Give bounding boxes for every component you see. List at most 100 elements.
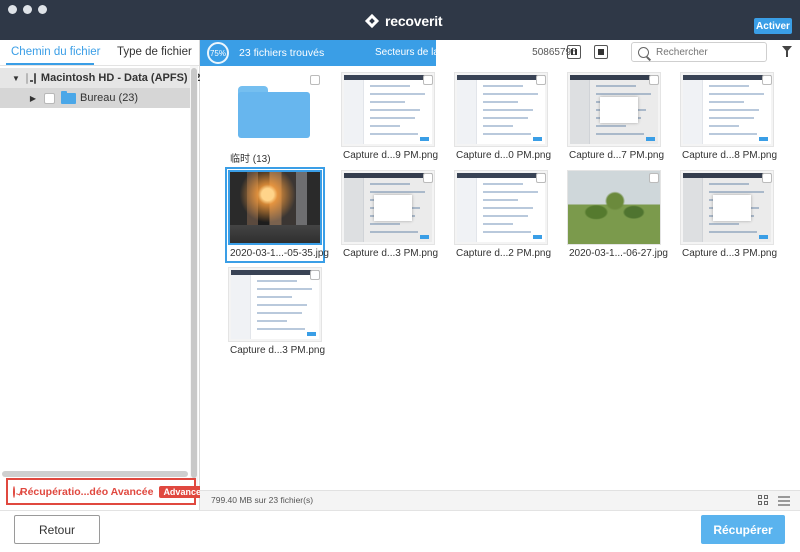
search-icon <box>638 46 649 58</box>
file-checkbox[interactable] <box>649 75 659 85</box>
file-name: Capture d...3 PM.png <box>230 345 326 356</box>
files-found-count: 23 fichiers trouvés <box>239 47 325 59</box>
search-box[interactable] <box>631 42 767 62</box>
active-tab-indicator <box>6 63 94 65</box>
file-checkbox[interactable] <box>762 75 772 85</box>
minimize-window-button[interactable] <box>23 5 32 14</box>
file-card[interactable]: 2020-03-1...-06-27.jpg <box>567 170 668 260</box>
app-name: recoverit <box>385 13 443 29</box>
tree-item-label: Bureau (23) <box>80 92 139 104</box>
file-thumbnail <box>341 170 435 245</box>
file-name: Capture d...7 PM.png <box>569 150 665 161</box>
tab-file-type[interactable]: Type de fichier <box>117 46 192 58</box>
photo-thumbnail <box>568 171 660 244</box>
tree-item-bureau[interactable]: ▶ Bureau (23) <box>0 88 190 108</box>
sidebar: Chemin du fichier Type de fichier ▼ Maci… <box>0 40 207 510</box>
filter-icon[interactable] <box>782 46 792 57</box>
file-card[interactable]: Capture d...9 PM.png <box>341 72 439 162</box>
file-thumbnail <box>567 170 661 245</box>
file-thumbnail <box>228 267 322 342</box>
file-checkbox[interactable] <box>423 75 433 85</box>
chevron-down-icon[interactable]: ▼ <box>12 74 20 83</box>
info-bar: 799.40 MB sur 23 fichier(s) <box>200 490 800 510</box>
file-card[interactable]: Capture d...2 PM.png <box>454 170 552 260</box>
sectors-read-value: Secteurs de la lecture : 7646511 / 2 <box>375 47 533 58</box>
screenshot-preview <box>683 173 771 242</box>
selection-summary: 799.40 MB sur 23 fichier(s) <box>211 495 314 505</box>
advanced-video-recovery-button[interactable]: Récupératio...déo Avancée Advanced <box>6 478 211 505</box>
sidebar-scrollbar-thumb[interactable] <box>191 68 197 478</box>
file-thumbnail <box>680 72 774 147</box>
list-view-icon[interactable] <box>778 495 790 506</box>
sidebar-horizontal-scrollbar[interactable] <box>2 471 188 477</box>
file-name: 2020-03-1...-05-35.jpg <box>230 248 329 259</box>
file-checkbox[interactable] <box>310 270 320 280</box>
file-thumbnail <box>454 170 548 245</box>
file-name: Capture d...0 PM.png <box>456 150 552 161</box>
file-checkbox[interactable] <box>423 173 433 183</box>
window-controls <box>8 5 47 14</box>
file-card[interactable]: Capture d...3 PM.png <box>228 267 326 357</box>
file-checkbox[interactable] <box>762 173 772 183</box>
tree-checkbox[interactable] <box>44 92 55 104</box>
grid-view-icon[interactable] <box>758 495 769 506</box>
advanced-recovery-icon <box>13 485 15 498</box>
search-input[interactable] <box>656 46 756 58</box>
photo-thumbnail <box>230 172 320 243</box>
file-name: Capture d...2 PM.png <box>456 248 552 259</box>
sidebar-scrollbar[interactable] <box>190 66 198 490</box>
tree-item-label: Macintosh HD - Data (APFS) (23 <box>40 72 207 84</box>
screenshot-preview <box>457 173 545 242</box>
tab-file-path[interactable]: Chemin du fichier <box>11 46 100 58</box>
file-card[interactable]: Capture d...3 PM.png <box>680 170 778 260</box>
file-thumbnail <box>228 170 322 245</box>
file-thumbnail <box>454 72 548 147</box>
file-card[interactable]: Capture d...3 PM.png <box>341 170 439 260</box>
folder-tree: ▼ Macintosh HD - Data (APFS) (23 ▶ Burea… <box>0 68 207 108</box>
file-checkbox[interactable] <box>310 75 320 85</box>
file-card[interactable]: 2020-03-1...-05-35.jpg <box>225 167 329 263</box>
stop-scan-button[interactable] <box>594 45 608 59</box>
file-thumbnail <box>680 170 774 245</box>
scan-progress-ring: 75% <box>207 42 229 64</box>
file-checkbox[interactable] <box>649 173 659 183</box>
recover-button[interactable]: Récupérer <box>701 515 785 544</box>
app-logo: recoverit <box>366 13 443 29</box>
file-name: 2020-03-1...-06-27.jpg <box>569 248 668 259</box>
screenshot-preview <box>344 75 432 144</box>
file-card[interactable]: Capture d...8 PM.png <box>680 72 778 162</box>
sidebar-tabs: Chemin du fichier Type de fichier <box>0 40 199 66</box>
tree-checkbox[interactable] <box>25 72 28 84</box>
file-card[interactable]: Capture d...7 PM.png <box>567 72 665 162</box>
file-name: Capture d...3 PM.png <box>682 248 778 259</box>
file-checkbox[interactable] <box>536 75 546 85</box>
activate-button[interactable]: Activer <box>754 18 792 34</box>
folder-icon <box>238 86 310 138</box>
chevron-right-icon[interactable]: ▶ <box>28 94 38 103</box>
file-grid: 临时 (13) Capture d...9 PM.png Capture d...0… <box>200 66 800 490</box>
sectors-read: Secteurs de la lecture : 7646511 / 25086… <box>375 47 577 58</box>
zoom-window-button[interactable] <box>38 5 47 14</box>
file-name: Capture d...8 PM.png <box>682 150 778 161</box>
file-name: 临时 (13) <box>230 154 271 165</box>
screenshot-preview <box>683 75 771 144</box>
pause-scan-button[interactable] <box>567 45 581 59</box>
close-window-button[interactable] <box>8 5 17 14</box>
file-checkbox[interactable] <box>536 173 546 183</box>
tree-item-macintosh-hd[interactable]: ▼ Macintosh HD - Data (APFS) (23 <box>0 68 207 88</box>
file-name: Capture d...3 PM.png <box>343 248 439 259</box>
advanced-recovery-label: Récupératio...déo Avancée <box>20 485 154 498</box>
file-card[interactable]: Capture d...0 PM.png <box>454 72 552 162</box>
recoverit-logo-icon <box>366 15 379 28</box>
file-name: Capture d...9 PM.png <box>343 150 439 161</box>
folder-thumbnail <box>228 72 322 147</box>
folder-icon <box>61 90 76 104</box>
back-button[interactable]: Retour <box>14 515 100 544</box>
screenshot-preview <box>344 173 432 242</box>
file-thumbnail <box>567 72 661 147</box>
folder-card[interactable]: 临时 (13) <box>228 72 322 165</box>
file-thumbnail <box>341 72 435 147</box>
title-bar: recoverit Activer <box>0 0 800 40</box>
screenshot-preview <box>231 270 319 339</box>
scan-status-bar: 75% 23 fichiers trouvés Secteurs de la l… <box>200 40 800 66</box>
